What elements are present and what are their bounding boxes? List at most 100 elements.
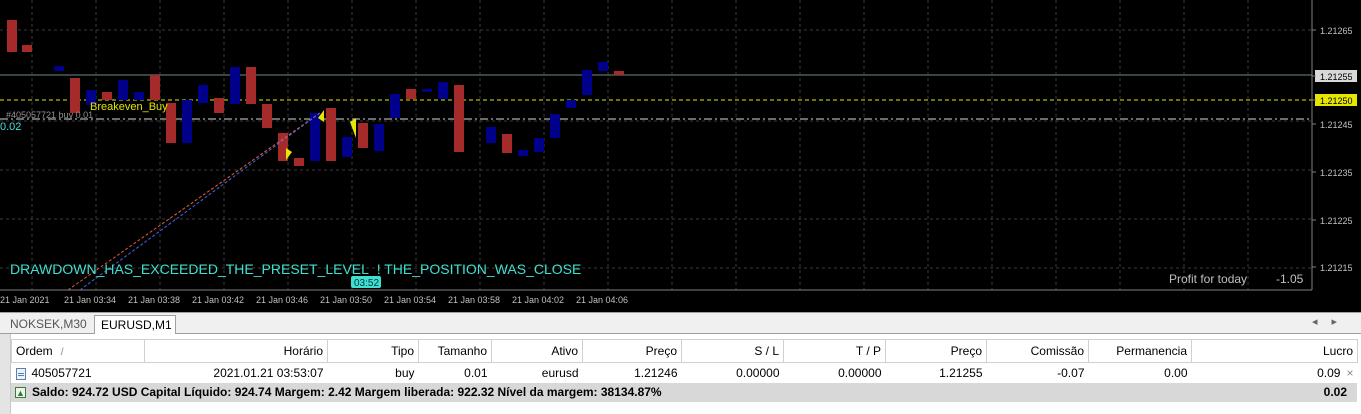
orders-header-row: Ordem / Horário Tipo Tamanho Ativo Preço …: [11, 339, 1358, 363]
order-tp: 0.00000: [838, 366, 882, 380]
col-commission[interactable]: Comissão: [986, 339, 1089, 363]
candle: [294, 158, 304, 166]
tab-scroll-arrows[interactable]: ◂▸: [1312, 315, 1351, 328]
candle: [150, 75, 160, 100]
time-tick-label: 21 Jan 04:02: [512, 295, 564, 305]
order-swap: 0.00: [1164, 366, 1188, 380]
col-price[interactable]: Preço: [885, 339, 987, 363]
tab-eurusd-m1[interactable]: EURUSD,M1: [94, 315, 176, 334]
order-open-price: 1.21246: [634, 366, 678, 380]
time-tick-label: 21 Jan 03:54: [384, 295, 436, 305]
candle: [7, 20, 17, 52]
time-tick-label: 21 Jan 03:50: [320, 295, 372, 305]
account-summary-text: Saldo: 924.72 USD Capital Líquido: 924.7…: [32, 385, 662, 399]
chevron-left-icon[interactable]: ◂: [1312, 316, 1332, 328]
time-marker: 03:52: [354, 278, 379, 289]
time-tick-label: 21 Jan 03:34: [64, 295, 116, 305]
price-tick-label: 1.21265: [1320, 26, 1353, 36]
order-type: buy: [395, 366, 415, 380]
candle: [262, 104, 272, 128]
candlesticks: [7, 20, 624, 166]
profit-today-label: Profit for today: [1169, 272, 1247, 286]
chart-tabs: NOKSEK,M30 EURUSD,M1 ◂▸: [0, 312, 1361, 334]
col-sl[interactable]: S / L: [681, 339, 784, 363]
candle: [390, 94, 400, 118]
candle: [198, 85, 208, 103]
candle: [326, 108, 336, 161]
candle: [310, 113, 320, 161]
breakeven-label: Breakeven_Buy: [90, 101, 168, 113]
time-tick-label: 21 Jan 2021: [0, 295, 50, 305]
candle: [54, 66, 64, 71]
chevron-right-icon[interactable]: ▸: [1331, 316, 1351, 328]
candle: [358, 123, 368, 148]
order-symbol: eurusd: [541, 366, 579, 380]
close-icon[interactable]: ×: [1346, 366, 1353, 380]
col-size[interactable]: Tamanho: [418, 339, 492, 363]
price-tick-label: 1.21235: [1320, 168, 1353, 178]
candle: [582, 70, 592, 95]
candle: [230, 67, 240, 104]
candle: [102, 92, 112, 100]
candle: [454, 85, 464, 152]
candle: [246, 67, 256, 104]
candle: [486, 127, 496, 143]
order-price: 1.21255: [939, 366, 983, 380]
order-line-label: #405057721 buy 0.01: [6, 110, 93, 120]
tab-noksek-m30[interactable]: NOKSEK,M30: [4, 315, 92, 333]
order-commission: -0.07: [1057, 366, 1085, 380]
candle: [550, 114, 560, 138]
summary-total: 0.02: [1323, 385, 1347, 399]
drawdown-message: DRAWDOWN_HAS_EXCEEDED_THE_PRESET_LEVEL_!…: [10, 261, 581, 277]
candle: [374, 124, 384, 151]
price-tick-label: 1.21255: [1320, 72, 1353, 82]
col-swap[interactable]: Permanencia: [1088, 339, 1192, 363]
candle: [534, 138, 544, 152]
order-id: 405057721: [31, 366, 92, 380]
candle: [438, 82, 448, 99]
order-size: 0.01: [464, 366, 488, 380]
candle: [182, 100, 192, 143]
candle: [406, 89, 416, 99]
candle: [502, 134, 512, 153]
candle: [342, 137, 352, 157]
terminal-sidebar: [0, 334, 11, 414]
order-time: 2021.01.21 03:53:07: [213, 366, 324, 380]
order-profit: 0.09: [1317, 366, 1341, 380]
candle: [22, 45, 32, 52]
candle: [518, 150, 528, 156]
order-profit-label: 0.02: [0, 121, 21, 133]
col-symbol[interactable]: Ativo: [491, 339, 583, 363]
terminal-panel: Ordem / Horário Tipo Tamanho Ativo Preço …: [0, 334, 1361, 414]
orders-table: Ordem / Horário Tipo Tamanho Ativo Preço …: [11, 339, 1358, 383]
price-tick-label: 1.21215: [1320, 263, 1353, 273]
candle: [214, 98, 224, 113]
col-type[interactable]: Tipo: [327, 339, 419, 363]
candle: [118, 80, 128, 100]
price-tick-label: 1.21250: [1320, 96, 1353, 106]
col-order[interactable]: Ordem /: [11, 339, 145, 363]
price-tick-label: 1.21225: [1320, 216, 1353, 226]
account-summary: ▲ Saldo: 924.72 USD Capital Líquido: 924.…: [11, 383, 1357, 402]
time-tick-label: 21 Jan 04:06: [576, 295, 628, 305]
col-time[interactable]: Horário: [144, 339, 328, 363]
col-profit[interactable]: Lucro: [1191, 339, 1358, 363]
col-tp[interactable]: T / P: [783, 339, 886, 363]
table-row[interactable]: 405057721 2021.01.21 03:53:07 buy 0.01 e…: [12, 363, 1358, 384]
price-tick-label: 1.21245: [1320, 120, 1353, 130]
time-tick-label: 21 Jan 03:42: [192, 295, 244, 305]
candle: [598, 62, 608, 71]
arrow-up-icon: ▲: [15, 387, 26, 399]
candle: [566, 100, 576, 108]
col-open-price[interactable]: Preço: [582, 339, 682, 363]
time-axis: 21 Jan 2021 21 Jan 03:34 21 Jan 03:38 21 Ja…: [0, 295, 628, 305]
price-chart[interactable]: 1.21265 1.21255 1.21250 1.21245 1.21235 1.212…: [0, 0, 1361, 312]
order-sl: 0.00000: [736, 366, 780, 380]
time-tick-label: 21 Jan 03:58: [448, 295, 500, 305]
chart-grid: [0, 0, 1312, 290]
candle: [422, 89, 432, 92]
order-document-icon: [15, 367, 26, 380]
sort-indicator: /: [60, 347, 64, 358]
time-tick-label: 21 Jan 03:38: [128, 295, 180, 305]
profit-today-value: -1.05: [1276, 272, 1304, 286]
